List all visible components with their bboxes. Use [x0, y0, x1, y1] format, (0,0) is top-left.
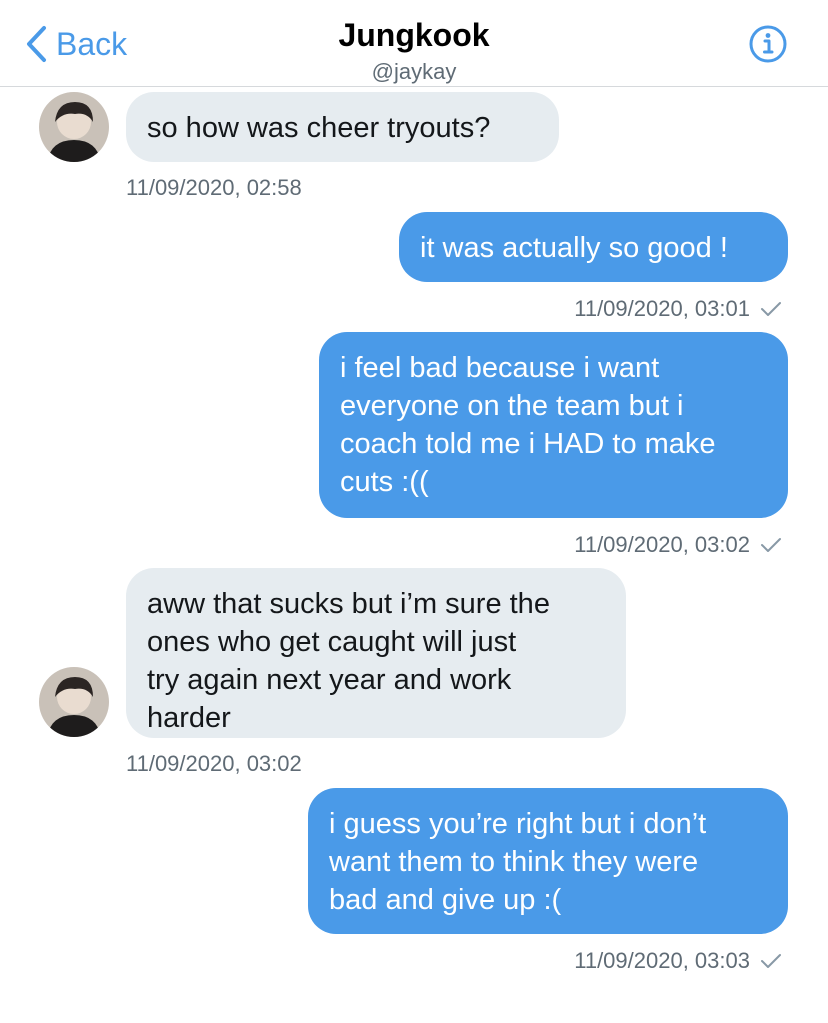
incoming-message-bubble[interactable]: aww that sucks but i’m sure the ones who… [126, 568, 626, 738]
message-timestamp: 11/09/2020, 03:03 [574, 948, 782, 974]
message-timestamp: 11/09/2020, 03:02 [126, 751, 302, 777]
message-timestamp: 11/09/2020, 02:58 [126, 175, 302, 201]
incoming-message-bubble[interactable]: so how was cheer tryouts? [126, 92, 559, 162]
checkmark-icon [761, 538, 781, 552]
timestamp-text: 11/09/2020, 03:02 [574, 532, 750, 557]
timestamp-text: 11/09/2020, 02:58 [126, 175, 302, 200]
conversation-header: Back Jungkook @jaykay [0, 0, 828, 87]
message-timestamp: 11/09/2020, 03:02 [574, 532, 782, 558]
conversation-handle: @jaykay [371, 59, 457, 84]
contact-avatar[interactable] [39, 92, 109, 162]
outgoing-message-bubble[interactable]: i guess you’re right but i don’t want th… [308, 788, 788, 934]
contact-avatar[interactable] [39, 667, 109, 737]
avatar-image [39, 667, 109, 737]
info-icon [749, 25, 787, 63]
message-timestamp: 11/09/2020, 03:01 [574, 296, 782, 322]
timestamp-text: 11/09/2020, 03:02 [126, 751, 302, 776]
timestamp-text: 11/09/2020, 03:01 [574, 296, 750, 321]
timestamp-text: 11/09/2020, 03:03 [574, 948, 750, 973]
conversation-title: Jungkook [338, 17, 490, 53]
outgoing-message-bubble[interactable]: i feel bad because i want everyone on th… [319, 332, 788, 518]
checkmark-icon [761, 302, 781, 316]
avatar-image [39, 92, 109, 162]
outgoing-message-bubble[interactable]: it was actually so good ! [399, 212, 788, 282]
info-button[interactable] [748, 24, 788, 64]
checkmark-icon [761, 954, 781, 968]
